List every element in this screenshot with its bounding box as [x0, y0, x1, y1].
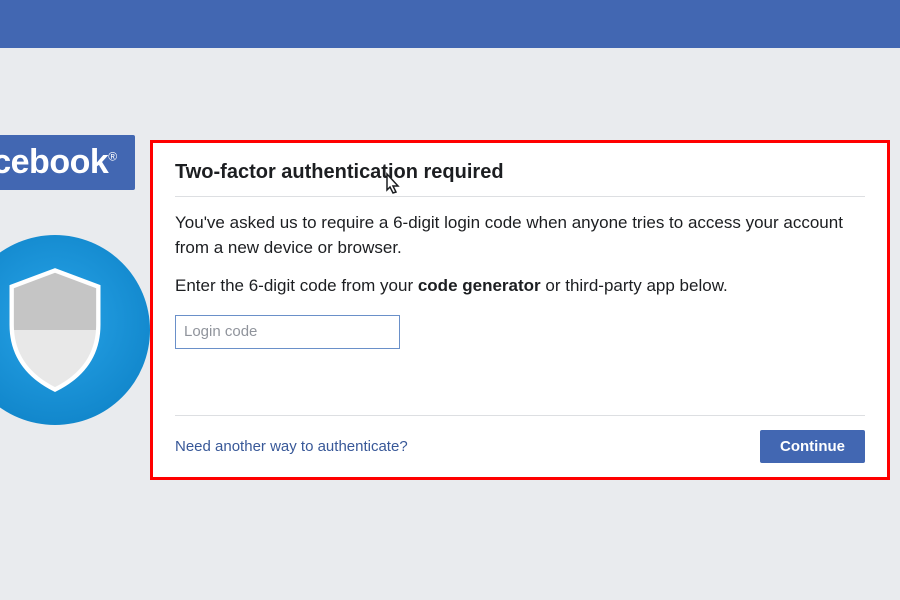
dialog-body: You've asked us to require a 6-digit log… [175, 211, 865, 389]
login-code-input[interactable] [175, 315, 400, 349]
pointer-cursor-icon [380, 172, 404, 207]
continue-button[interactable]: Continue [760, 430, 865, 463]
facebook-logo: facebook® [0, 135, 135, 190]
instruction-prefix: Enter the 6-digit code from your [175, 276, 418, 295]
code-generator-label: code generator [418, 276, 541, 295]
instruction-suffix: or third-party app below. [541, 276, 728, 295]
security-badge [0, 235, 150, 425]
two-factor-dialog: Two-factor authentication required You'v… [150, 140, 890, 480]
dialog-footer: Need another way to authenticate? Contin… [175, 415, 865, 463]
shield-icon [0, 265, 110, 395]
alternate-auth-link[interactable]: Need another way to authenticate? [175, 438, 408, 455]
brand-text: facebook [0, 143, 108, 181]
dialog-instruction: Enter the 6-digit code from your code ge… [175, 274, 865, 299]
dialog-heading: Two-factor authentication required [175, 161, 865, 197]
top-nav-bar [0, 0, 900, 48]
dialog-description: You've asked us to require a 6-digit log… [175, 211, 865, 260]
